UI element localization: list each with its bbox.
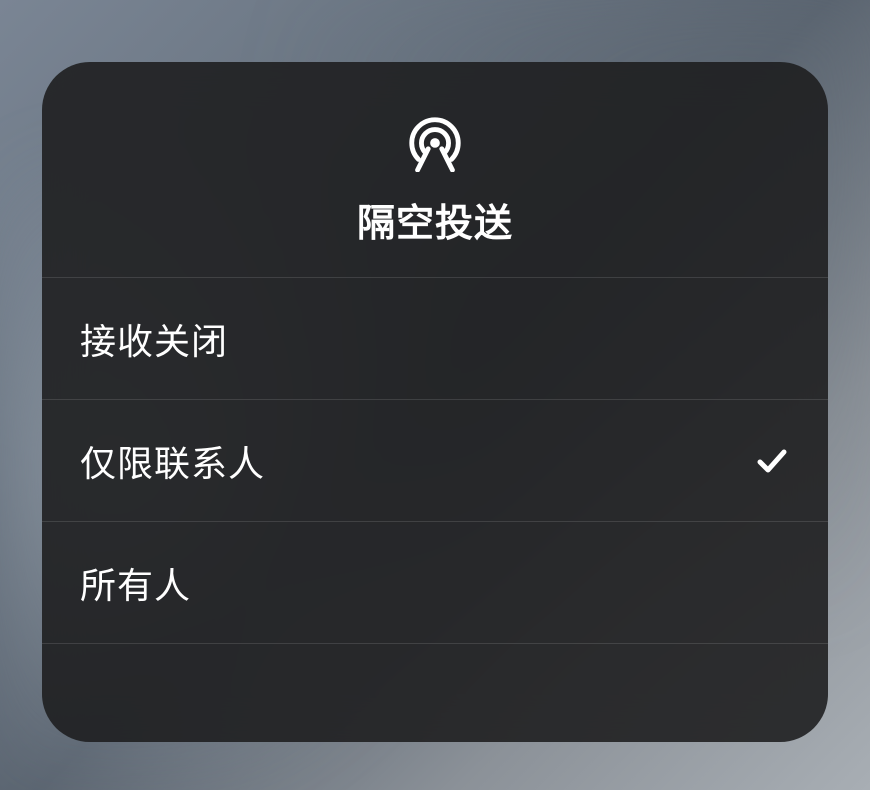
option-label: 接收关闭 bbox=[80, 313, 228, 365]
checkmark-icon bbox=[754, 443, 790, 479]
panel-title: 隔空投送 bbox=[357, 192, 513, 247]
airdrop-settings-panel: 隔空投送 接收关闭 仅限联系人 所有人 bbox=[42, 62, 828, 742]
option-receiving-off[interactable]: 接收关闭 bbox=[42, 278, 828, 400]
panel-header: 隔空投送 bbox=[42, 62, 828, 278]
option-label: 仅限联系人 bbox=[80, 435, 265, 487]
option-label: 所有人 bbox=[80, 557, 191, 609]
option-contacts-only[interactable]: 仅限联系人 bbox=[42, 400, 828, 522]
airdrop-icon bbox=[404, 110, 466, 172]
airdrop-option-list: 接收关闭 仅限联系人 所有人 bbox=[42, 278, 828, 644]
option-everyone[interactable]: 所有人 bbox=[42, 522, 828, 644]
